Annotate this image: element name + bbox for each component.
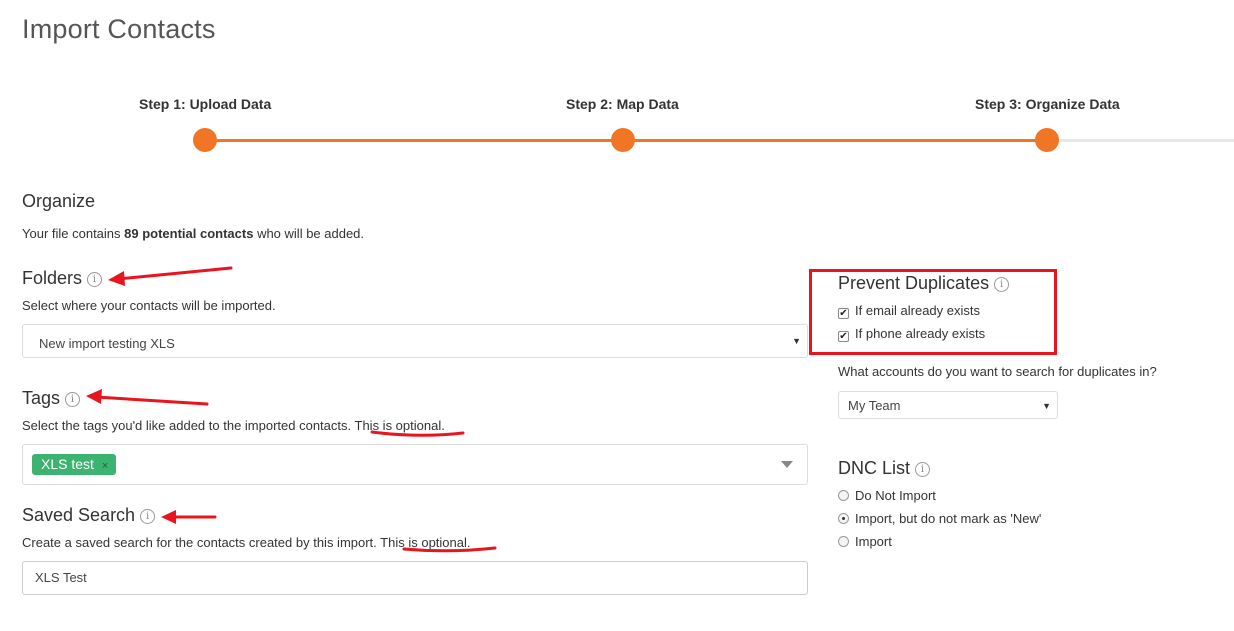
tags-optional-note: This is optional: [354, 418, 442, 433]
tags-title: Tags i: [22, 388, 81, 409]
tag-remove-icon[interactable]: ×: [102, 460, 108, 472]
page-title: Import Contacts: [22, 14, 216, 44]
saved-search-period: .: [466, 535, 471, 550]
dnc-option-label: Do Not Import: [855, 488, 936, 503]
contact-count: 89 potential contacts: [124, 226, 254, 241]
highlight-box: [809, 269, 1057, 355]
dnc-option-import-not-new[interactable]: Import, but do not mark as 'New': [838, 511, 1041, 526]
dnc-radio-do-not-import[interactable]: [838, 490, 849, 501]
tags-period: .: [441, 418, 445, 433]
folders-title: Folders i: [22, 268, 103, 289]
saved-search-input[interactable]: XLS Test: [22, 561, 808, 595]
info-icon[interactable]: i: [140, 509, 156, 524]
duplicate-accounts-question: What accounts do you want to search for …: [838, 364, 1157, 379]
tags-arrow: [86, 389, 209, 406]
info-icon[interactable]: i: [87, 272, 103, 287]
organize-description-prefix: Your file contains: [22, 226, 125, 241]
dnc-list-title-label: DNC List: [838, 458, 911, 478]
step-2-dot[interactable]: [611, 128, 635, 152]
tags-select[interactable]: XLS test ×: [22, 444, 808, 485]
info-icon[interactable]: i: [65, 392, 81, 407]
caret-down-icon: [781, 461, 793, 468]
tags-title-label: Tags: [22, 388, 61, 408]
folders-description: Select where your contacts will be impor…: [22, 298, 276, 313]
saved-search-title: Saved Search i: [22, 505, 156, 526]
step-3-dot[interactable]: [1035, 128, 1059, 152]
dnc-option-label: Import: [855, 534, 892, 549]
tag-chip: XLS test ×: [32, 454, 117, 475]
organize-description: Your file contains 89 potential contacts…: [22, 226, 364, 241]
folder-select-value: New import testing XLS: [39, 336, 175, 351]
dnc-option-import[interactable]: Import: [838, 534, 892, 549]
step-remaining-line: [1047, 139, 1234, 142]
duplicate-accounts-select[interactable]: My Team ▼: [838, 391, 1058, 419]
dnc-option-do-not-import[interactable]: Do Not Import: [838, 488, 936, 503]
dnc-option-label: Import, but do not mark as 'New': [855, 511, 1042, 526]
caret-down-icon: ▼: [1042, 401, 1051, 411]
tags-description-text: Select the tags you'd like added to the …: [22, 418, 355, 433]
dnc-radio-import[interactable]: [838, 536, 849, 547]
info-icon[interactable]: i: [915, 462, 931, 477]
dnc-list-title: DNC List i: [838, 458, 931, 479]
tag-chip-label: XLS test: [41, 456, 94, 472]
duplicate-accounts-value: My Team: [848, 398, 901, 413]
folder-select[interactable]: New import testing XLS ▼: [22, 324, 808, 358]
organize-description-suffix: who will be added.: [253, 226, 365, 241]
saved-search-description-text: Create a saved search for the contacts c…: [22, 535, 381, 550]
saved-search-title-label: Saved Search: [22, 505, 136, 525]
organize-title: Organize: [22, 191, 96, 211]
folders-title-label: Folders: [22, 268, 83, 288]
folders-arrow: [108, 266, 233, 286]
step-2-label: Step 2: Map Data: [566, 96, 679, 112]
saved-search-description: Create a saved search for the contacts c…: [22, 535, 471, 550]
saved-search-arrow: [161, 510, 217, 524]
saved-search-optional-note: This is optional: [380, 535, 467, 550]
step-1-label: Step 1: Upload Data: [139, 96, 272, 112]
step-3-label: Step 3: Organize Data: [975, 96, 1120, 112]
tags-description: Select the tags you'd like added to the …: [22, 418, 445, 433]
step-1-dot[interactable]: [193, 128, 217, 152]
dnc-radio-import-not-new[interactable]: [838, 513, 849, 524]
caret-down-icon: ▼: [792, 336, 801, 346]
